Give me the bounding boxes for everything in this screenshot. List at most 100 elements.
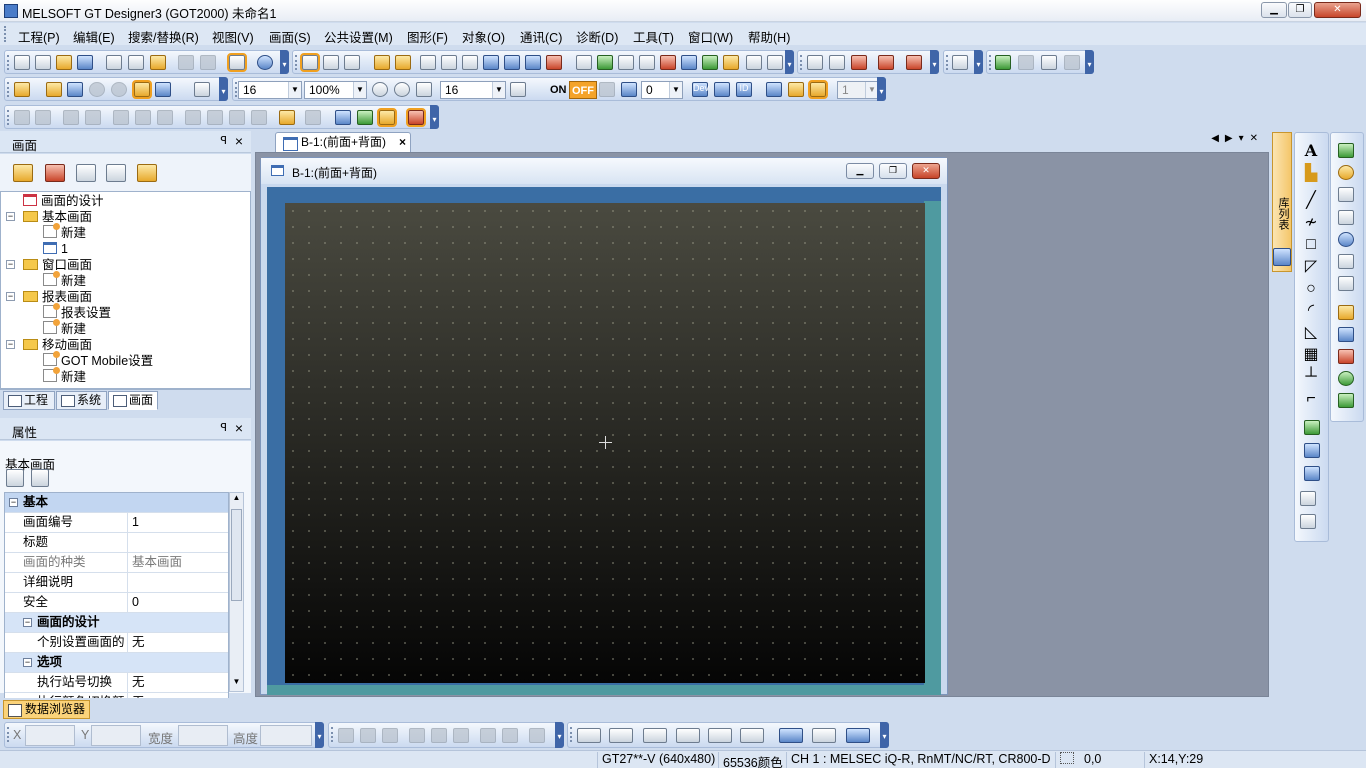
- new-project-icon[interactable]: [35, 55, 51, 70]
- rotate-icon-1[interactable]: [185, 110, 201, 125]
- group-icon[interactable]: [14, 110, 30, 125]
- select-arrow-icon[interactable]: [227, 53, 247, 72]
- clock-icon[interactable]: [1338, 232, 1354, 247]
- tool2-icon[interactable]: [597, 55, 613, 70]
- back-icon[interactable]: [344, 55, 360, 70]
- menu-search-replace[interactable]: 搜索/替换(R): [128, 27, 199, 46]
- tab-b1-screen[interactable]: B-1:(前面+背面) ×: [275, 132, 411, 152]
- polyline-icon[interactable]: ≁: [1302, 215, 1320, 231]
- picture-icon[interactable]: [406, 108, 426, 127]
- image-icon[interactable]: [1304, 420, 1320, 435]
- property-value[interactable]: [127, 533, 228, 552]
- rotate-icon-2[interactable]: [207, 110, 223, 125]
- front-back-icon[interactable]: [300, 53, 320, 72]
- menu-common[interactable]: 公共设置(M): [324, 27, 393, 46]
- fill-bucket-icon[interactable]: [740, 728, 764, 743]
- toolbar-grip[interactable]: [331, 727, 334, 742]
- screen-icon[interactable]: [67, 82, 83, 97]
- simulate-icon-3[interactable]: [1041, 55, 1057, 70]
- property-scrollbar[interactable]: ▲ ▼: [229, 492, 244, 692]
- menu-window[interactable]: 窗口(W): [688, 27, 733, 46]
- pin-icon[interactable]: ꟼ: [220, 134, 227, 147]
- copy-icon[interactable]: [128, 55, 144, 70]
- menu-diagnostics[interactable]: 诊断(D): [576, 27, 618, 46]
- toolbar-overflow[interactable]: ▾: [785, 50, 794, 74]
- alarm-icon[interactable]: [1338, 305, 1354, 320]
- sector-icon[interactable]: ◺: [1302, 325, 1320, 341]
- collapse-toggle[interactable]: −: [6, 260, 15, 269]
- layer-back-icon[interactable]: [788, 82, 804, 97]
- property-value[interactable]: 0: [127, 593, 228, 612]
- chevron-down-icon[interactable]: ▼: [353, 82, 366, 98]
- collapse-toggle[interactable]: −: [6, 292, 15, 301]
- tab-data-browser[interactable]: 数据浏览器: [3, 700, 90, 719]
- screen-list-icon[interactable]: [106, 164, 126, 182]
- align-left-icon[interactable]: [338, 728, 354, 743]
- menu-figure[interactable]: 图形(F): [407, 27, 448, 46]
- recipe-icon[interactable]: [1338, 327, 1354, 342]
- new-file-icon[interactable]: [14, 55, 30, 70]
- toolbar-overflow[interactable]: ▾: [930, 50, 939, 74]
- height-field[interactable]: [260, 725, 312, 746]
- toolbar-grip[interactable]: [7, 82, 10, 97]
- on-toggle[interactable]: ON: [548, 81, 569, 99]
- line-tool-icon[interactable]: [279, 110, 295, 125]
- dev-button-icon[interactable]: Dev: [692, 82, 709, 97]
- property-value[interactable]: 基本画面: [127, 553, 228, 572]
- pattern-icon[interactable]: [708, 728, 732, 743]
- toolbar-overflow[interactable]: ▾: [219, 77, 228, 101]
- align-icon-4[interactable]: [135, 110, 151, 125]
- tree-item-base-1[interactable]: 1: [43, 241, 68, 257]
- open-screen-icon[interactable]: [13, 164, 33, 182]
- text-icon[interactable]: A: [1302, 143, 1320, 159]
- property-value[interactable]: 无: [127, 633, 228, 652]
- toolbar-grip[interactable]: [7, 727, 10, 742]
- tree-item-report-settings[interactable]: 报表设置: [43, 303, 111, 321]
- state-combo[interactable]: 0 ▼: [641, 81, 683, 99]
- property-row[interactable]: 详细说明: [5, 573, 228, 593]
- property-row[interactable]: 执行站号切换无: [5, 673, 228, 693]
- text-style-icon[interactable]: [846, 728, 870, 743]
- verify-icon[interactable]: [851, 55, 867, 70]
- align-center-icon[interactable]: [360, 728, 376, 743]
- scroll-up-arrow[interactable]: ▲: [230, 493, 243, 507]
- dev-icon[interactable]: [746, 55, 762, 70]
- collapse-toggle[interactable]: −: [23, 618, 32, 627]
- layer-both-icon[interactable]: [808, 80, 828, 99]
- scroll-thumb[interactable]: [231, 509, 242, 601]
- property-row[interactable]: 安全 0: [5, 593, 228, 613]
- property-value[interactable]: 无: [127, 673, 228, 692]
- layer-front-icon[interactable]: [766, 82, 782, 97]
- width-field[interactable]: [178, 725, 228, 746]
- y-field[interactable]: [91, 725, 141, 746]
- dev-dev-icon[interactable]: [714, 82, 730, 97]
- toolbar-grip[interactable]: [946, 55, 949, 70]
- add-screen-icon[interactable]: [14, 82, 30, 97]
- arc-icon[interactable]: ◜: [1302, 303, 1320, 319]
- toolbar-grip[interactable]: [7, 110, 10, 125]
- toolbar-overflow[interactable]: ▾: [430, 105, 439, 129]
- toolbar-overflow[interactable]: ▾: [315, 722, 324, 748]
- fit-icon[interactable]: [416, 82, 432, 97]
- tree-item-base-new[interactable]: 新建: [43, 223, 86, 241]
- iges-icon[interactable]: [1304, 466, 1320, 481]
- trigger-icon[interactable]: [1338, 349, 1354, 364]
- screen-open-icon[interactable]: [46, 82, 62, 97]
- tool8-icon[interactable]: [723, 55, 739, 70]
- save-icon[interactable]: [77, 55, 93, 70]
- tab-system[interactable]: 系统: [56, 391, 107, 410]
- cut-icon[interactable]: [106, 55, 122, 70]
- forward-nav-icon[interactable]: [111, 82, 127, 97]
- find-icon[interactable]: [441, 55, 457, 70]
- data3-icon[interactable]: [483, 55, 499, 70]
- zoom-out-icon[interactable]: [394, 82, 410, 97]
- same-size-icon[interactable]: [529, 728, 545, 743]
- add-object-icon[interactable]: [1338, 393, 1354, 408]
- property-value[interactable]: 1: [127, 513, 228, 532]
- font-style-icon[interactable]: [812, 728, 836, 743]
- comment-icon[interactable]: ▙: [1302, 166, 1320, 182]
- select-object-icon[interactable]: [377, 108, 397, 127]
- zoom-combo[interactable]: 100% ▼: [304, 81, 367, 99]
- property-row[interactable]: 画面编号 1: [5, 513, 228, 533]
- off-toggle[interactable]: OFF: [569, 81, 597, 99]
